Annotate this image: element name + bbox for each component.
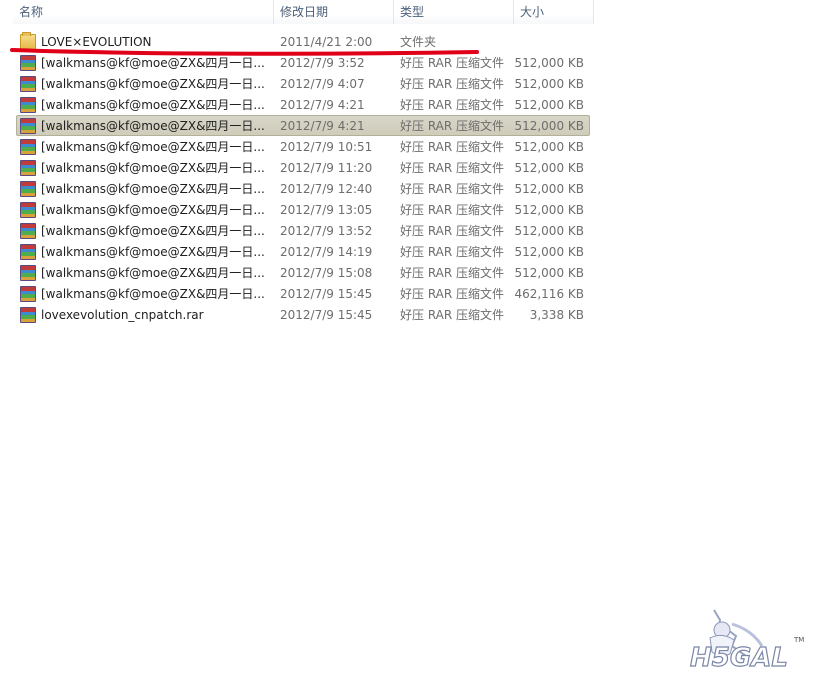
rar-archive-icon: [20, 244, 36, 260]
file-size: 512,000 KB: [514, 98, 584, 112]
file-type: 好压 RAR 压缩文件: [400, 77, 505, 91]
file-name: [walkmans@kf@moe@ZX&四月一日...: [41, 140, 265, 154]
file-name: lovexevolution_cnpatch.rar: [41, 308, 204, 322]
file-row[interactable]: [walkmans@kf@moe@ZX&四月一日... 2012/7/9 15:4…: [16, 283, 590, 304]
file-type: 好压 RAR 压缩文件: [400, 308, 505, 322]
rar-archive-icon: [20, 139, 36, 155]
file-modified-date: 2012/7/9 14:19: [280, 245, 373, 259]
file-size: 512,000 KB: [514, 182, 584, 196]
file-row[interactable]: [walkmans@kf@moe@ZX&四月一日... 2012/7/9 13:0…: [16, 199, 590, 220]
red-underline-annotation: [10, 48, 479, 56]
file-row[interactable]: [walkmans@kf@moe@ZX&四月一日... 2012/7/9 12:4…: [16, 178, 590, 199]
rar-archive-icon: [20, 160, 36, 176]
file-modified-date: 2012/7/9 13:05: [280, 203, 373, 217]
file-name: [walkmans@kf@moe@ZX&四月一日...: [41, 287, 265, 301]
rar-archive-icon: [20, 118, 36, 134]
file-name: [walkmans@kf@moe@ZX&四月一日...: [41, 245, 265, 259]
rar-archive-icon: [20, 265, 36, 281]
file-modified-date: 2012/7/9 4:07: [280, 77, 365, 91]
file-type: 好压 RAR 压缩文件: [400, 161, 505, 175]
file-size: 512,000 KB: [514, 266, 584, 280]
file-row[interactable]: [walkmans@kf@moe@ZX&四月一日... 2012/7/9 10:5…: [16, 136, 590, 157]
file-type: 好压 RAR 压缩文件: [400, 140, 505, 154]
file-type: 好压 RAR 压缩文件: [400, 245, 505, 259]
file-name: [walkmans@kf@moe@ZX&四月一日...: [41, 77, 265, 91]
h5gal-watermark-logo: H5GAL TM: [689, 609, 804, 674]
file-size: 512,000 KB: [514, 161, 584, 175]
file-size: 512,000 KB: [514, 140, 584, 154]
file-type: 好压 RAR 压缩文件: [400, 182, 505, 196]
file-name: [walkmans@kf@moe@ZX&四月一日...: [41, 266, 265, 280]
sort-ascending-icon: ⌃: [139, 0, 147, 6]
file-name: [walkmans@kf@moe@ZX&四月一日...: [41, 161, 265, 175]
file-row[interactable]: [walkmans@kf@moe@ZX&四月一日... 2012/7/9 14:1…: [16, 241, 590, 262]
file-type: 好压 RAR 压缩文件: [400, 203, 505, 217]
column-header-bar: 名称 ⌃ 修改日期 类型 大小: [0, 0, 815, 24]
file-size: 512,000 KB: [514, 203, 584, 217]
file-type: 好压 RAR 压缩文件: [400, 287, 505, 301]
column-header-type[interactable]: 类型: [394, 0, 514, 24]
file-name: [walkmans@kf@moe@ZX&四月一日...: [41, 203, 265, 217]
file-modified-date: 2012/7/9 15:45: [280, 287, 373, 301]
file-name: [walkmans@kf@moe@ZX&四月一日...: [41, 119, 265, 133]
file-size: 512,000 KB: [514, 119, 584, 133]
file-modified-date: 2012/7/9 4:21: [280, 98, 365, 112]
file-size: 462,116 KB: [514, 287, 584, 301]
rar-archive-icon: [20, 223, 36, 239]
file-row[interactable]: [walkmans@kf@moe@ZX&四月一日... 2012/7/9 11:2…: [16, 157, 590, 178]
file-modified-date: 2012/7/9 15:08: [280, 266, 373, 280]
file-row[interactable]: [walkmans@kf@moe@ZX&四月一日... 2012/7/9 15:0…: [16, 262, 590, 283]
column-header-size[interactable]: 大小: [514, 0, 594, 24]
rar-archive-icon: [20, 286, 36, 302]
watermark-logo-text: H5GAL: [690, 643, 788, 673]
file-row[interactable]: lovexevolution_cnpatch.rar 2012/7/9 15:45…: [16, 304, 590, 325]
rar-archive-icon: [20, 97, 36, 113]
file-modified-date: 2012/7/9 11:20: [280, 161, 373, 175]
column-header-date[interactable]: 修改日期: [274, 0, 394, 24]
file-size: 512,000 KB: [514, 245, 584, 259]
rar-archive-icon: [20, 76, 36, 92]
file-name: [walkmans@kf@moe@ZX&四月一日...: [41, 182, 265, 196]
file-row[interactable]: [walkmans@kf@moe@ZX&四月一日... 2012/7/9 4:21…: [16, 115, 590, 136]
file-size: 512,000 KB: [514, 224, 584, 238]
file-size: 512,000 KB: [514, 77, 584, 91]
file-row[interactable]: [walkmans@kf@moe@ZX&四月一日... 2012/7/9 4:21…: [16, 94, 590, 115]
rar-archive-icon: [20, 307, 36, 323]
file-type: 好压 RAR 压缩文件: [400, 119, 505, 133]
file-modified-date: 2012/7/9 13:52: [280, 224, 373, 238]
file-modified-date: 2012/7/9 12:40: [280, 182, 373, 196]
file-name: [walkmans@kf@moe@ZX&四月一日...: [41, 224, 265, 238]
rar-archive-icon: [20, 181, 36, 197]
rar-archive-icon: [20, 202, 36, 218]
file-row[interactable]: [walkmans@kf@moe@ZX&四月一日... 2012/7/9 13:5…: [16, 220, 590, 241]
file-type: 好压 RAR 压缩文件: [400, 98, 505, 112]
file-name: [walkmans@kf@moe@ZX&四月一日...: [41, 98, 265, 112]
file-modified-date: 2012/7/9 4:21: [280, 119, 365, 133]
watermark-tm-text: TM: [793, 636, 804, 644]
file-size: 512,000 KB: [514, 56, 584, 70]
file-modified-date: 2012/7/9 15:45: [280, 308, 373, 322]
file-size: 3,338 KB: [529, 308, 584, 322]
file-modified-date: 2012/7/9 10:51: [280, 140, 373, 154]
file-type: 好压 RAR 压缩文件: [400, 224, 505, 238]
file-row[interactable]: [walkmans@kf@moe@ZX&四月一日... 2012/7/9 4:07…: [16, 73, 590, 94]
file-type: 好压 RAR 压缩文件: [400, 266, 505, 280]
